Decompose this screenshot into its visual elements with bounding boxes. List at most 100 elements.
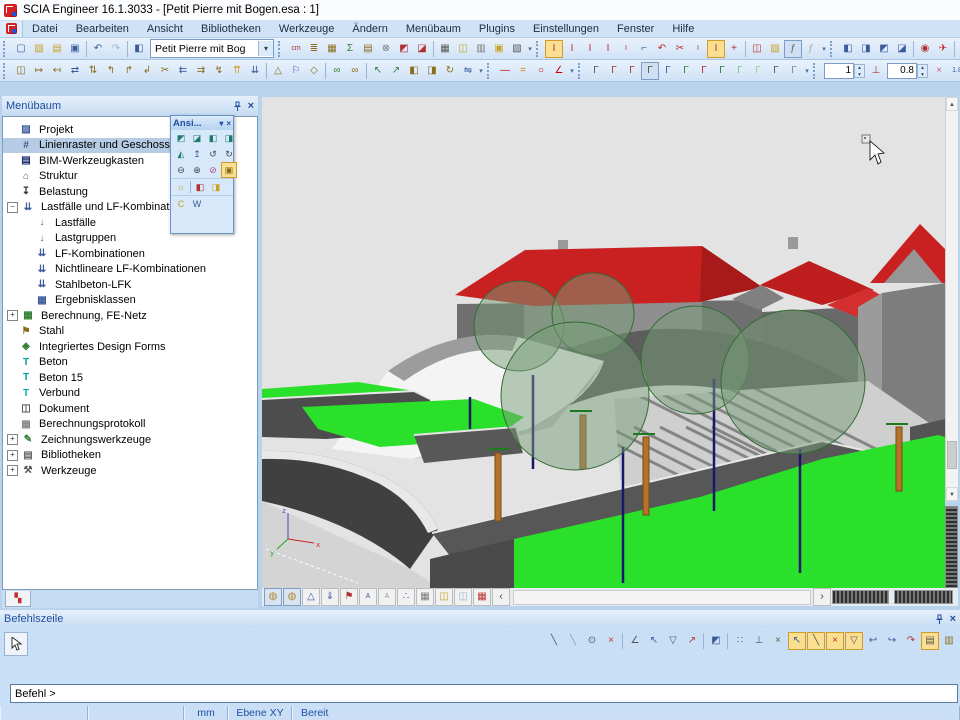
beam-op-11-icon[interactable]: ⇉ — [192, 62, 210, 80]
select-zero-icon[interactable]: I — [707, 40, 725, 58]
beam-op-10-icon[interactable]: ⇇ — [174, 62, 192, 80]
toolbar-grip[interactable] — [3, 63, 9, 79]
view-direction-icon[interactable]: ◭ — [173, 146, 189, 162]
tree-item-zeichnungswerkzeuge[interactable]: +✎Zeichnungswerkzeuge — [3, 432, 257, 448]
draw-angle-icon[interactable]: ∠ — [550, 62, 568, 80]
toolbar-grip[interactable] — [536, 41, 542, 57]
menu-einstellungen[interactable]: Einstellungen — [524, 23, 608, 35]
view-params-1-icon[interactable]: ◫ — [435, 588, 453, 606]
pan-wheel-horizontal[interactable] — [832, 590, 889, 604]
tree-item-beton-15[interactable]: TBeton 15 — [3, 370, 257, 386]
erase-labels-icon[interactable]: A — [378, 588, 396, 606]
beam-op-14-icon[interactable]: ⇊ — [246, 62, 264, 80]
show-structure-icon[interactable]: ▦ — [416, 588, 434, 606]
center-point-icon[interactable]: + — [725, 40, 743, 58]
view-axo-1-icon[interactable]: ◩ — [173, 130, 189, 146]
view-params-2-icon[interactable]: ◫ — [454, 588, 472, 606]
snap-off-icon[interactable]: × — [602, 632, 620, 650]
layers-icon[interactable]: ≣ — [305, 40, 323, 58]
toolbar-grip[interactable] — [3, 41, 9, 57]
snap-line-icon[interactable]: ╲ — [545, 632, 563, 650]
paste-properties-icon[interactable]: ▤ — [359, 40, 377, 58]
toolbar-grip[interactable] — [487, 63, 493, 79]
pin-icon[interactable] — [935, 614, 944, 625]
rendering-b-icon[interactable]: ◪ — [413, 40, 431, 58]
toolbar-overflow-icon[interactable]: ▾ — [477, 67, 485, 75]
mirror-op-icon[interactable]: ⇋ — [459, 62, 477, 80]
beam-op-6-icon[interactable]: ↰ — [102, 62, 120, 80]
activity-filter-icon[interactable]: ▦ — [473, 588, 491, 606]
draw-circle-icon[interactable]: ○ — [532, 62, 550, 80]
plane-cut-icon[interactable]: ◇ — [305, 62, 323, 80]
beam-op-2-icon[interactable]: ↦ — [30, 62, 48, 80]
beam-op-4-icon[interactable]: ⇄ — [66, 62, 84, 80]
copy-props-1-icon[interactable]: ◧ — [405, 62, 423, 80]
select-cut-icon[interactable]: ✂ — [671, 40, 689, 58]
snap-line-mid-icon[interactable]: ╲ — [564, 632, 582, 650]
command-input[interactable]: Befehl > — [10, 684, 958, 703]
show-labels-icon[interactable]: ⚑ — [340, 588, 358, 606]
picture-gallery-icon[interactable]: ▦ — [323, 40, 341, 58]
show-supports-icon[interactable]: △ — [302, 588, 320, 606]
rotate-view-2-icon[interactable]: ↻ — [221, 146, 237, 162]
select-add-icon[interactable]: I — [563, 40, 581, 58]
toolbar-grip[interactable] — [813, 63, 819, 79]
snap-circle-icon[interactable]: ⊙ — [583, 632, 601, 650]
surveyor-icon[interactable]: ⚐ — [287, 62, 305, 80]
hinge-6-icon[interactable]: Γ — [677, 62, 695, 80]
select-cursor-button[interactable] — [4, 632, 28, 656]
beam-op-3-icon[interactable]: ↤ — [48, 62, 66, 80]
pin-icon[interactable] — [233, 101, 242, 112]
menu-plugins[interactable]: Plugins — [470, 23, 524, 35]
arbitrary-member-icon[interactable]: ↗ — [387, 62, 405, 80]
calculator-icon[interactable]: ▥ — [472, 40, 490, 58]
menu-ändern[interactable]: Ändern — [343, 23, 396, 35]
menu-bearbeiten[interactable]: Bearbeiten — [67, 23, 138, 35]
save-all-icon[interactable]: ▤ — [48, 40, 66, 58]
tree-item-stahlbeton-lfk[interactable]: ⇊Stahlbeton-LFK — [3, 277, 257, 293]
snap-plane-icon[interactable]: ▽ — [664, 632, 682, 650]
snap-ortho-icon[interactable]: × — [769, 632, 787, 650]
haunch-icon[interactable]: ↖ — [369, 62, 387, 80]
viewport-3d[interactable]: z x y — [262, 97, 945, 588]
select-connect-icon[interactable]: I — [581, 40, 599, 58]
cursor-snap-step-value[interactable]: 0.8 — [887, 63, 917, 79]
hinge-12-icon[interactable]: Γ — [785, 62, 803, 80]
fe-mesh-icon[interactable]: ⊗ — [377, 40, 395, 58]
beam-op-7-icon[interactable]: ↱ — [120, 62, 138, 80]
zoom-in-icon[interactable]: ⊕ — [189, 162, 205, 178]
hinge-11-icon[interactable]: Γ — [767, 62, 785, 80]
hinge-9-icon[interactable]: Γ — [731, 62, 749, 80]
draw-line-icon[interactable]: — — [496, 62, 514, 80]
draw-equal-icon[interactable]: = — [514, 62, 532, 80]
tree-item-berechnung-fe-netz[interactable]: +▦Berechnung, FE-Netz — [3, 308, 257, 324]
open-project-icon[interactable]: ▨ — [30, 40, 48, 58]
close-icon[interactable]: × — [950, 613, 956, 625]
tree-item-stahl[interactable]: ⚑Stahl — [3, 324, 257, 340]
select-corner-icon[interactable]: ⌐ — [635, 40, 653, 58]
snap-curve-icon[interactable]: ↷ — [902, 632, 920, 650]
units-cm-icon[interactable]: cm — [287, 40, 305, 58]
menu-hilfe[interactable]: Hilfe — [663, 23, 703, 35]
toolbar-grip[interactable] — [578, 63, 584, 79]
zoom-selection-icon[interactable]: ⊘ — [205, 162, 221, 178]
select-undo-icon[interactable]: ↶ — [653, 40, 671, 58]
cursor-snap-step-spinner-arrows[interactable]: ▴▾ — [917, 64, 928, 78]
move-labels-icon[interactable]: A — [359, 588, 377, 606]
ortho-toggle-icon[interactable]: ⊥ — [867, 62, 885, 80]
tree-item-nichtlineare-lf-kombinationen[interactable]: ⇊Nichtlineare LF-Kombinationen — [3, 262, 257, 278]
view-axo-3-icon[interactable]: ◧ — [205, 130, 221, 146]
visibility-icon[interactable]: ◉ — [916, 40, 934, 58]
hinge-10-icon[interactable]: Γ — [749, 62, 767, 80]
viewport-vertical-scrollbar[interactable]: ▲ ▼ — [945, 97, 958, 501]
cursor-select-mode-icon[interactable]: ◩ — [707, 632, 725, 650]
toolbar-grip[interactable] — [278, 41, 284, 57]
menu-fenster[interactable]: Fenster — [608, 23, 663, 35]
polyline-edit-icon[interactable]: △ — [269, 62, 287, 80]
window-copy-2-icon[interactable]: ◨ — [857, 40, 875, 58]
line-grid-icon[interactable]: ⊥ — [750, 632, 768, 650]
expand-icon[interactable]: + — [7, 434, 18, 445]
system-menu-button[interactable] — [0, 21, 23, 37]
rotate-op-icon[interactable]: ↻ — [441, 62, 459, 80]
rendering-a-icon[interactable]: ◩ — [395, 40, 413, 58]
